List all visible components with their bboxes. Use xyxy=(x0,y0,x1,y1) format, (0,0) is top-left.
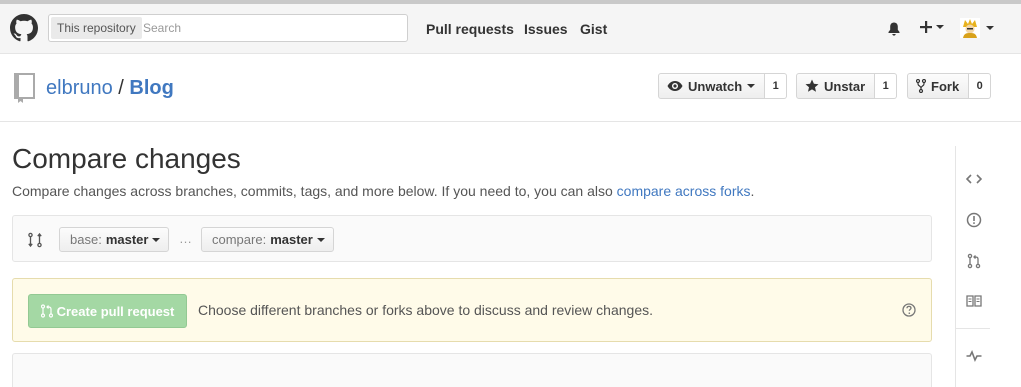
compare-branch-select[interactable]: compare: master xyxy=(201,227,334,252)
search-box[interactable]: This repository xyxy=(48,14,408,42)
repo-title-separator: / xyxy=(118,77,124,99)
star-group: Unstar 1 xyxy=(796,73,898,99)
unwatch-label: Unwatch xyxy=(688,78,743,94)
avatar xyxy=(960,18,980,38)
search-input[interactable] xyxy=(143,18,403,38)
nav-gist[interactable]: Gist xyxy=(580,21,607,37)
compare-icon[interactable] xyxy=(28,232,42,248)
fork-icon xyxy=(916,79,926,93)
repo-book-icon xyxy=(14,73,35,103)
create-pull-request-button[interactable]: Create pull request xyxy=(28,294,187,328)
base-value: master xyxy=(105,232,149,247)
book-icon xyxy=(966,295,982,307)
fork-label: Fork xyxy=(931,78,960,94)
commits-panel xyxy=(12,353,932,387)
nav-pull-requests[interactable]: Pull requests xyxy=(426,21,514,37)
fork-button[interactable]: Fork xyxy=(907,73,970,99)
description-end: . xyxy=(750,183,755,199)
repo-owner-link[interactable]: elbruno xyxy=(46,77,113,99)
compare-label: compare: xyxy=(212,232,267,247)
compare-value: master xyxy=(270,232,313,247)
description-text: Compare changes across branches, commits… xyxy=(12,183,613,199)
page-title: Compare changes xyxy=(12,143,241,174)
search-scope-label: This repository xyxy=(51,17,142,39)
pull-request-icon xyxy=(967,253,981,269)
unstar-button[interactable]: Unstar xyxy=(796,73,876,99)
base-label: base: xyxy=(70,232,102,247)
sidebar-divider xyxy=(956,328,990,329)
fork-group: Fork 0 xyxy=(907,73,992,99)
create-new-menu[interactable] xyxy=(919,20,944,34)
repo-header: elbruno / Blog Unwatch 1 Unstar 1 Fork 0 xyxy=(0,54,1021,122)
compare-notice-message: Choose different branches or forks above… xyxy=(198,302,653,318)
fork-count[interactable]: 0 xyxy=(969,73,992,99)
eye-icon xyxy=(667,81,683,91)
repo-title: elbruno / Blog xyxy=(46,76,174,100)
site-header: This repository Pull requests Issues Gis… xyxy=(0,0,1021,54)
plus-icon xyxy=(920,21,932,33)
chevron-down-icon xyxy=(747,84,756,88)
sidebar-item-pull-requests[interactable] xyxy=(965,252,983,270)
pull-request-icon xyxy=(40,304,53,318)
range-ellipsis: … xyxy=(179,231,192,246)
pulse-icon xyxy=(966,350,982,362)
page-description: Compare changes across branches, commits… xyxy=(12,182,754,200)
branch-range-editor: base: master … compare: master xyxy=(12,215,932,262)
sidebar-item-pulse[interactable] xyxy=(965,347,983,365)
github-logo-icon[interactable] xyxy=(10,14,38,42)
chevron-down-icon xyxy=(986,26,994,30)
sidebar-item-wiki[interactable] xyxy=(965,292,983,310)
base-branch-select[interactable]: base: master xyxy=(59,227,170,252)
issue-icon xyxy=(966,212,982,228)
help-icon[interactable] xyxy=(902,303,916,317)
chevron-down-icon xyxy=(316,237,325,242)
chevron-down-icon xyxy=(936,25,944,29)
compare-across-forks-link[interactable]: compare across forks xyxy=(617,183,751,199)
sidebar-item-issues[interactable] xyxy=(965,211,983,229)
nav-issues[interactable]: Issues xyxy=(524,21,568,37)
unwatch-button[interactable]: Unwatch xyxy=(658,73,766,99)
bell-icon[interactable] xyxy=(886,21,902,37)
unstar-label: Unstar xyxy=(824,78,866,94)
create-pull-request-label: Create pull request xyxy=(56,303,175,319)
watch-count[interactable]: 1 xyxy=(765,73,788,99)
star-icon xyxy=(805,79,819,92)
repo-name-link[interactable]: Blog xyxy=(129,77,173,99)
code-icon xyxy=(966,174,982,184)
user-menu[interactable] xyxy=(960,18,994,38)
watch-group: Unwatch 1 xyxy=(658,73,788,99)
chevron-down-icon xyxy=(152,237,161,242)
sidebar-item-code[interactable] xyxy=(965,170,983,188)
repo-sidebar-nav xyxy=(955,146,990,387)
compare-notice: Create pull request Choose different bra… xyxy=(12,278,932,342)
star-count[interactable]: 1 xyxy=(875,73,898,99)
